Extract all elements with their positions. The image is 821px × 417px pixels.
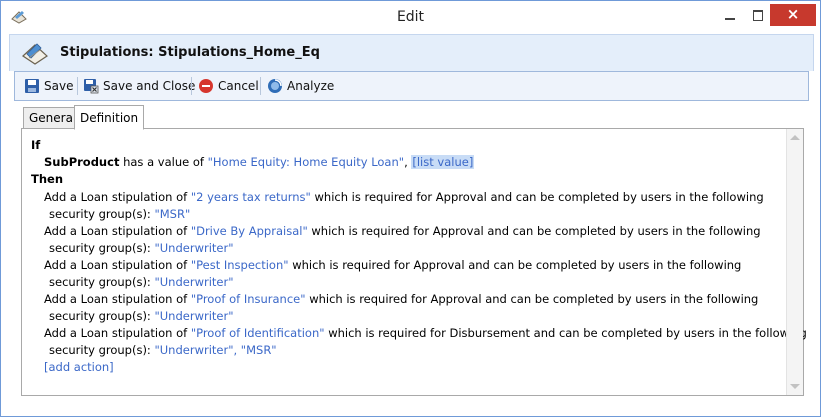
action-groups-line: security group(s): "Underwriter" bbox=[49, 309, 234, 323]
cancel-label: Cancel bbox=[218, 79, 259, 93]
action-line: Add a Loan stipulation of "Drive By Appr… bbox=[44, 224, 761, 238]
action-line: Add a Loan stipulation of "2 years tax r… bbox=[44, 190, 764, 204]
groups-label: security group(s): bbox=[49, 343, 151, 357]
toolbar-separator bbox=[77, 77, 78, 95]
record-header: Stipulations: Stipulations_Home_Eq bbox=[9, 34, 814, 71]
close-icon: × bbox=[786, 5, 800, 23]
action-groups-line: security group(s): "Underwriter", "MSR" bbox=[49, 343, 277, 357]
condition-line: SubProduct has a value of "Home Equity: … bbox=[44, 155, 475, 169]
close-button[interactable]: × bbox=[770, 4, 816, 26]
action-text: which is required for Disbursement and c… bbox=[328, 326, 807, 340]
action-groups-line: security group(s): "MSR" bbox=[49, 207, 190, 221]
action-line: Add a Loan stipulation of "Proof of Iden… bbox=[44, 326, 807, 340]
security-groups-value[interactable]: "MSR" bbox=[154, 207, 190, 221]
stipulation-value[interactable]: "2 years tax returns" bbox=[191, 190, 311, 204]
save-label: Save bbox=[44, 79, 74, 93]
scroll-up-icon[interactable] bbox=[790, 135, 800, 140]
action-text: which is required for Approval and can b… bbox=[292, 258, 742, 272]
save-and-close-label: Save and Close bbox=[103, 79, 196, 93]
stipulation-value[interactable]: "Proof of Insurance" bbox=[191, 292, 306, 306]
then-label: Then bbox=[31, 172, 64, 186]
list-value-link[interactable]: [list value] bbox=[411, 155, 475, 169]
action-prefix: Add a Loan stipulation of bbox=[44, 258, 188, 272]
groups-label: security group(s): bbox=[49, 241, 151, 255]
action-prefix: Add a Loan stipulation of bbox=[44, 224, 188, 238]
toolbar-separator bbox=[260, 77, 261, 95]
analyze-label: Analyze bbox=[287, 79, 335, 93]
cancel-button[interactable]: Cancel bbox=[198, 76, 259, 96]
save-button[interactable]: Save bbox=[24, 76, 73, 96]
save-and-close-button[interactable]: Save and Close bbox=[83, 76, 195, 96]
floppy-disk-icon bbox=[25, 79, 39, 93]
add-action-link[interactable]: [add action] bbox=[44, 360, 114, 374]
toolbar-separator bbox=[191, 77, 192, 95]
action-prefix: Add a Loan stipulation of bbox=[44, 292, 188, 306]
action-text: which is required for Approval and can b… bbox=[309, 292, 759, 306]
condition-value[interactable]: "Home Equity: Home Equity Loan" bbox=[208, 155, 404, 169]
stipulation-document-icon bbox=[22, 43, 48, 65]
edit-window: Edit × Stipulations: Stipulations_Home_E… bbox=[0, 0, 821, 417]
save-and-close-icon bbox=[84, 79, 99, 94]
action-line: Add a Loan stipulation of "Proof of Insu… bbox=[44, 292, 758, 306]
definition-pane: If SubProduct has a value of "Home Equit… bbox=[21, 128, 807, 396]
title-bar: Edit × bbox=[1, 1, 820, 33]
cancel-icon bbox=[199, 79, 213, 93]
groups-label: security group(s): bbox=[49, 309, 151, 323]
condition-operator: has a value of bbox=[123, 155, 204, 169]
security-groups-value[interactable]: "Underwriter" bbox=[154, 241, 233, 255]
toolbar: Save Save and Close Cancel Analyze bbox=[14, 71, 809, 101]
scroll-down-icon[interactable] bbox=[790, 384, 800, 389]
stipulation-value[interactable]: "Pest Inspection" bbox=[191, 258, 289, 272]
action-groups-line: security group(s): "Underwriter" bbox=[49, 241, 234, 255]
if-label: If bbox=[31, 138, 41, 152]
action-text: which is required for Approval and can b… bbox=[314, 190, 764, 204]
stipulation-value[interactable]: "Drive By Appraisal" bbox=[191, 224, 308, 238]
action-groups-line: security group(s): "Underwriter" bbox=[49, 275, 234, 289]
groups-label: security group(s): bbox=[49, 275, 151, 289]
condition-field: SubProduct bbox=[44, 155, 120, 169]
window-title: Edit bbox=[396, 9, 425, 25]
action-text: which is required for Approval and can b… bbox=[311, 224, 761, 238]
condition-separator: , bbox=[404, 155, 408, 169]
stipulation-value[interactable]: "Proof of Identification" bbox=[191, 326, 325, 340]
action-line: Add a Loan stipulation of "Pest Inspecti… bbox=[44, 258, 741, 272]
security-groups-value[interactable]: "Underwriter" bbox=[154, 275, 233, 289]
action-prefix: Add a Loan stipulation of bbox=[44, 190, 188, 204]
security-groups-value[interactable]: "Underwriter", "MSR" bbox=[154, 343, 276, 357]
analyze-icon bbox=[268, 79, 282, 93]
security-groups-value[interactable]: "Underwriter" bbox=[154, 309, 233, 323]
analyze-button[interactable]: Analyze bbox=[267, 76, 334, 96]
action-prefix: Add a Loan stipulation of bbox=[44, 326, 188, 340]
groups-label: security group(s): bbox=[49, 207, 151, 221]
vertical-scrollbar[interactable] bbox=[786, 129, 803, 395]
tab-definition[interactable]: Definition bbox=[74, 105, 145, 130]
record-title: Stipulations: Stipulations_Home_Eq bbox=[60, 45, 320, 60]
